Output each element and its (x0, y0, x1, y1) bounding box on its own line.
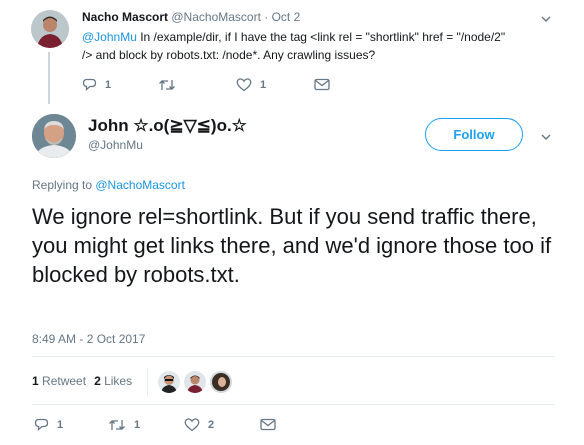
likes-count: 2 (94, 374, 101, 388)
heart-icon (184, 418, 200, 432)
tweet-stats: 1 Retweet 2 Likes (32, 374, 132, 388)
retweet-button[interactable]: 1 (108, 418, 140, 432)
likes-label: Likes (104, 374, 133, 388)
parent-reply-count: 1 (105, 79, 112, 91)
heart-icon (236, 78, 252, 92)
replying-to-link[interactable]: @NachoMascort (95, 178, 185, 192)
dm-button[interactable] (260, 418, 276, 431)
conversation-thread-line (48, 52, 50, 104)
retweet-count: 1 (134, 419, 141, 431)
follow-button[interactable]: Follow (425, 118, 523, 151)
parent-tweet[interactable]: Nacho Mascort @NachoMascort · Oct 2 @Joh… (0, 0, 584, 104)
retweets-count: 1 (32, 374, 39, 388)
parent-like-button[interactable]: 1 (236, 78, 266, 92)
parent-retweet-button[interactable] (158, 78, 176, 92)
direct-message-icon (260, 418, 276, 431)
author-handle[interactable]: @JohnMu (88, 138, 143, 152)
retweet-icon (109, 420, 125, 430)
retweet-icon (159, 80, 175, 90)
parent-tweet-header: Nacho Mascort @NachoMascort · Oct 2 (82, 10, 300, 24)
tweet-timestamp[interactable]: 8:49 AM - 2 Oct 2017 (32, 332, 145, 346)
stats-separator (147, 368, 148, 396)
parent-author-name[interactable]: Nacho Mascort (82, 10, 168, 24)
retweets-label: Retweet (42, 374, 87, 388)
parent-avatar[interactable] (31, 10, 69, 48)
replying-to: Replying to @NachoMascort (32, 178, 185, 192)
likes-stat[interactable]: 2 Likes (94, 374, 132, 388)
parent-dm-button[interactable] (314, 78, 330, 91)
chevron-down-icon[interactable] (540, 130, 552, 148)
tweet-text: We ignore rel=shortlink. But if you send… (32, 204, 552, 287)
author-name[interactable]: John ☆.o(≧▽≦)o.☆ (88, 116, 247, 136)
reply-icon (82, 78, 97, 91)
like-count: 2 (208, 419, 215, 431)
parent-reply-button[interactable]: 1 (82, 78, 111, 92)
likers-avatars (158, 371, 236, 393)
like-button[interactable]: 2 (184, 418, 214, 432)
reply-button[interactable]: 1 (34, 418, 63, 432)
replying-prefix: Replying to (32, 178, 96, 192)
divider (32, 404, 554, 405)
parent-author-handle[interactable]: @NachoMascort (171, 10, 261, 24)
author-avatar[interactable] (32, 114, 76, 158)
divider (32, 356, 554, 357)
parent-tweet-date[interactable]: · Oct 2 (264, 10, 300, 24)
parent-text-line1: In /example/dir, if I have the tag <link… (136, 30, 506, 44)
liker-avatar[interactable] (184, 371, 206, 393)
retweets-stat[interactable]: 1 Retweet (32, 374, 86, 388)
reply-count: 1 (57, 419, 64, 431)
parent-text-line2: /> and block by robots.txt: /node*. Any … (82, 48, 376, 62)
liker-avatar[interactable] (158, 371, 180, 393)
reply-icon (34, 418, 49, 431)
parent-like-count: 1 (260, 79, 267, 91)
mention-link[interactable]: @JohnMu (82, 30, 137, 44)
direct-message-icon (314, 78, 330, 91)
liker-avatar[interactable] (210, 371, 232, 393)
parent-tweet-text: @JohnMu In /example/dir, if I have the t… (82, 28, 562, 64)
